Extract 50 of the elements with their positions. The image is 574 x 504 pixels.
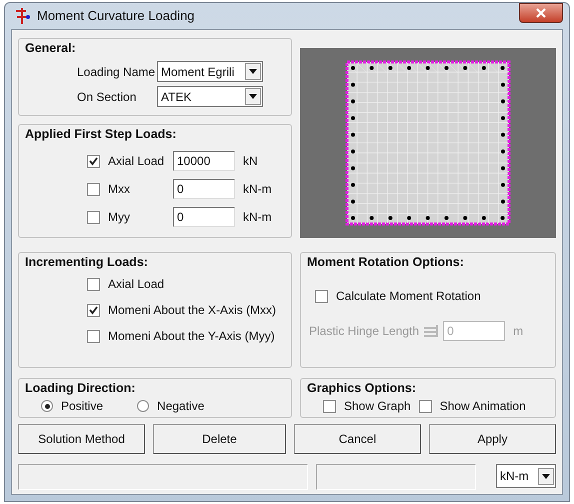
caret-icon [245,63,261,80]
checkbox-label: Mxx [108,181,130,198]
window-title: Moment Curvature Loading [37,7,195,26]
radio-button[interactable] [41,400,53,412]
unit-label: kN-m [243,209,272,226]
radio-label: Negative [157,398,204,415]
close-icon [535,8,547,18]
dialog-button[interactable]: Delete [153,424,286,454]
dialog-button[interactable]: Cancel [294,424,421,454]
close-button[interactable] [519,3,563,23]
checkbox-label: Calculate Moment Rotation [336,288,481,305]
unit-label: kN [243,153,258,170]
field-label: Loading Name [77,64,156,80]
dialog-button[interactable]: Apply [428,424,556,454]
checkbox[interactable] [87,210,100,224]
radio-button[interactable] [137,400,150,412]
checkbox-label: Axial Load [108,153,164,170]
checkbox[interactable] [315,290,328,302]
caret-icon [538,468,554,484]
field-label: On Section [77,88,138,106]
checkbox[interactable] [87,278,100,290]
checkbox-label: Momeni About the Y-Axis (Myy) [108,328,275,345]
checkbox-label: Myy [108,209,130,226]
radio-label: Positive [61,398,104,415]
unit-dropdown[interactable]: kN-m [496,464,556,488]
input-field[interactable]: 0 [173,179,235,199]
app-icon [13,7,31,25]
checkbox[interactable] [87,182,100,196]
group-title: Moment Rotation Options: [305,255,466,270]
checkbox[interactable] [87,330,100,342]
checkbox-label: Show Animation [440,398,526,415]
group-title: Applied First Step Loads: [23,127,178,142]
dialog-button[interactable]: Solution Method [18,424,146,454]
checkbox-label: Momeni About the X-Axis (Mxx) [108,302,276,319]
dropdown[interactable]: ATEK [157,86,263,107]
checkbox[interactable] [323,400,336,412]
checkbox-label: Show Graph [344,398,411,415]
unit-label: m [513,323,524,340]
group-title: Incrementing Loads: [23,255,150,270]
dropdown[interactable]: Moment Egrili [157,61,263,82]
field-label: Plastic Hinge Length [309,323,420,340]
unit-label: kN-m [243,181,272,198]
group-title: Loading Direction: [23,381,138,396]
checkbox-label: Axial Load [108,276,164,293]
checkbox[interactable] [418,400,432,412]
input-field[interactable]: 0 [173,207,235,227]
checkbox[interactable] [87,154,100,168]
input-field[interactable]: 10000 [173,151,235,171]
checkbox[interactable] [87,304,100,316]
caret-icon [245,88,261,105]
